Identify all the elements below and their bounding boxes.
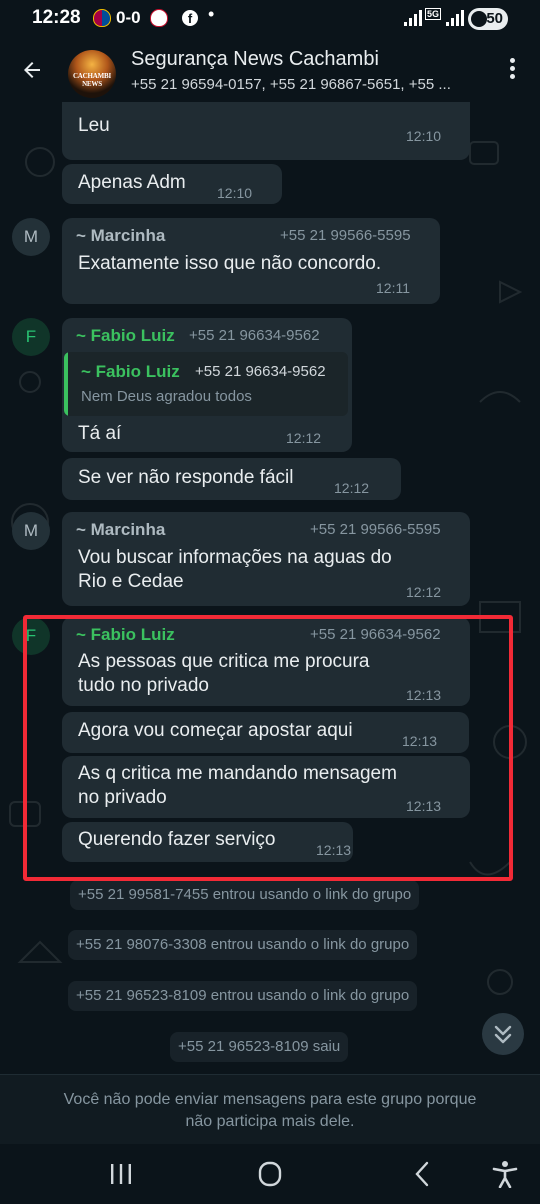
quoted-message[interactable]: ~ Fabio Luiz +55 21 96634-9562 Nem Deus … [64,352,348,416]
system-navigation-bar [0,1144,540,1204]
message-bubble[interactable]: Agora vou começar apostar aqui 12:13 [62,712,469,753]
oviedo-crest-icon [150,9,168,27]
message-time: 12:11 [376,280,410,296]
message-text: Exatamente isso que não concordo. [78,253,382,274]
back-arrow-icon[interactable] [20,58,44,82]
group-avatar-text: CACHAMBI NEWS [72,72,112,88]
system-message: +55 21 98076-3308 entrou usando o link d… [68,930,418,960]
sender-phone: +55 21 99566-5595 [280,227,411,244]
footer-line-1: Você não pode enviar mensagens para este… [63,1091,477,1108]
group-title[interactable]: Segurança News Cachambi [131,48,379,71]
footer-line-2: não participa mais dele. [185,1113,355,1130]
barcelona-crest-icon [93,9,111,27]
footer-notice: Você não pode enviar mensagens para este… [0,1074,540,1144]
message-text: Querendo fazer serviço [78,829,276,850]
message-time: 12:13 [406,798,442,814]
back-nav-icon[interactable] [408,1160,438,1188]
message-text: Agora vou começar apostar aqui [78,720,353,741]
sender-avatar[interactable]: M [12,218,50,256]
battery-level: 50 [486,10,503,27]
message-bubble[interactable]: Leu 12:10 [62,102,470,160]
message-time: 12:13 [316,842,352,858]
home-icon[interactable] [255,1160,285,1188]
quoted-sender: ~ Fabio Luiz [81,362,180,381]
message-text-line-2: Rio e Cedae [78,571,184,592]
sender-avatar[interactable]: F [12,617,50,655]
message-time: 12:12 [286,430,322,446]
message-text: Apenas Adm [78,172,186,193]
signal-icon [404,10,422,26]
status-bar: 12:28 0-0 f • 5G 50 [0,0,540,38]
message-text-line-1: Vou buscar informações na aguas do [78,547,392,568]
sender-avatar[interactable]: F [12,318,50,356]
double-chevron-down-icon [494,1025,512,1044]
sender-phone: +55 21 96634-9562 [310,626,441,643]
accessibility-icon[interactable] [490,1160,520,1188]
message-text-line-1: As q critica me mandando mensagem [78,763,397,784]
sender-name[interactable]: ~ Marcinha [76,520,165,540]
system-message: +55 21 99581-7455 entrou usando o link d… [70,880,420,910]
quote-bar [64,352,68,416]
system-message: +55 21 96523-8109 entrou usando o link d… [68,981,418,1011]
group-avatar[interactable]: CACHAMBI NEWS [68,50,116,98]
scroll-to-bottom-button[interactable] [482,1013,524,1055]
message-time: 12:12 [334,480,370,496]
message-bubble[interactable]: Apenas Adm 12:10 [62,164,282,204]
message-text-line-2: no privado [78,787,167,808]
5g-icon: 5G [425,8,442,20]
signal-2-icon [446,10,464,26]
notification-dot-icon: • [208,4,215,24]
sender-name[interactable]: ~ Fabio Luiz [76,326,175,346]
message-time: 12:10 [406,128,442,144]
quoted-text: Nem Deus agradou todos [81,388,252,405]
message-text-line-2: tudo no privado [78,675,209,696]
group-members[interactable]: +55 21 96594-0157, +55 21 96867-5651, +5… [131,76,491,93]
message-text: Se ver não responde fácil [78,467,294,488]
message-time: 12:10 [217,185,253,201]
message-bubble[interactable]: ~ Marcinha +55 21 99566-5595 Exatamente … [62,218,440,304]
sender-name[interactable]: ~ Fabio Luiz [76,625,175,645]
sender-avatar[interactable]: M [12,512,50,550]
message-time: 12:13 [406,687,442,703]
message-bubble[interactable]: ~ Fabio Luiz +55 21 96634-9562 ~ Fabio L… [62,318,352,452]
chat-header: CACHAMBI NEWS Segurança News Cachambi +5… [0,38,540,102]
footer-text: Você não pode enviar mensagens para este… [20,1089,520,1133]
chat-area[interactable]: Leu 12:10 Apenas Adm 12:10 M ~ Marcinha … [0,102,540,1074]
sender-phone: +55 21 96634-9562 [189,327,320,344]
message-text: Tá aí [78,423,122,444]
message-bubble[interactable]: Querendo fazer serviço 12:13 [62,822,353,862]
sender-phone: +55 21 99566-5595 [310,521,441,538]
message-time: 12:12 [406,584,442,600]
quoted-phone: +55 21 96634-9562 [195,363,326,380]
message-bubble[interactable]: ~ Fabio Luiz +55 21 96634-9562 As pessoa… [62,617,470,706]
sender-name[interactable]: ~ Marcinha [76,226,165,246]
message-text: Leu [78,115,110,136]
more-options-icon[interactable] [504,58,520,84]
message-text-line-1: As pessoas que critica me procura [78,651,370,672]
match-score: 0-0 [116,8,141,27]
message-bubble[interactable]: ~ Marcinha +55 21 99566-5595 Vou buscar … [62,512,470,606]
battery-saver-icon [471,11,487,27]
message-time: 12:13 [402,733,438,749]
message-bubble[interactable]: As q critica me mandando mensagem no pri… [62,756,470,818]
system-message: +55 21 96523-8109 saiu [170,1032,349,1062]
facebook-icon: f [182,10,198,26]
battery-indicator: 50 [468,8,508,30]
message-bubble[interactable]: Se ver não responde fácil 12:12 [62,458,401,500]
recent-apps-icon[interactable] [106,1160,136,1188]
status-time: 12:28 [32,7,81,28]
